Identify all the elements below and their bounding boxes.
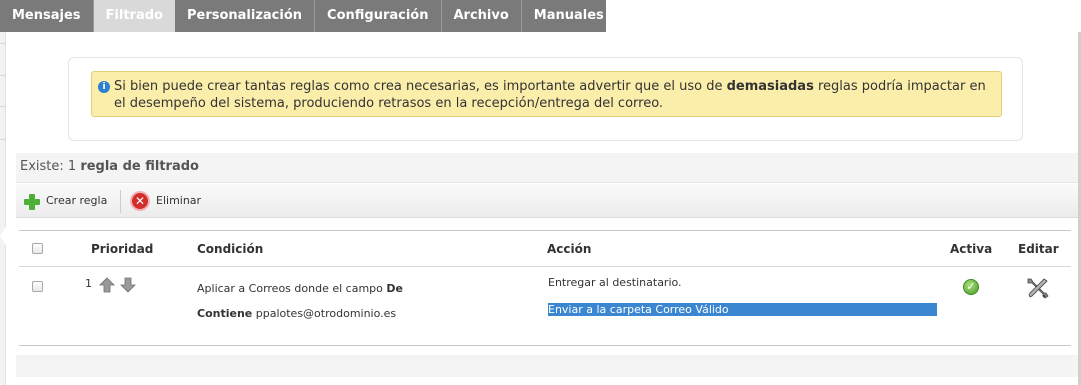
row-checkbox[interactable] [32, 281, 43, 292]
rule-count-prefix: Existe: 1 [20, 159, 81, 174]
plus-icon [24, 194, 40, 210]
header-action: Acción [547, 242, 592, 256]
header-priority: Prioridad [91, 242, 154, 256]
delete-rule-label: Eliminar [156, 194, 202, 207]
collapse-arrow-icon[interactable] [0, 227, 6, 245]
tab-filtrado[interactable]: Filtrado [93, 0, 175, 32]
info-icon: i [98, 81, 110, 93]
delete-icon: ✕ [130, 191, 150, 211]
delete-rule-button[interactable]: ✕ Eliminar [130, 184, 201, 218]
notice-text-start: Si bien puede crear tantas reglas como c… [114, 79, 727, 94]
tab-archivo[interactable]: Archivo [442, 0, 522, 32]
select-all-checkbox[interactable] [32, 243, 43, 254]
tab-configuracion[interactable]: Configuración [315, 0, 442, 32]
footer-bar [16, 355, 1078, 377]
create-rule-button[interactable]: Crear regla [24, 184, 107, 218]
table-header: Prioridad Condición Acción Activa Editar [19, 231, 1071, 267]
rule-count-label: regla de filtrado [80, 159, 199, 174]
rules-toolbar: Crear regla ✕ Eliminar [16, 184, 1078, 218]
priority-value: 1 [85, 277, 92, 290]
arrow-down-icon[interactable] [120, 277, 136, 293]
strip-divider [0, 75, 6, 76]
left-panel-strip [0, 32, 6, 385]
rules-table: Prioridad Condición Acción Activa Editar… [19, 230, 1071, 346]
condition-line-1: Aplicar a Correos donde el campo De [197, 282, 517, 295]
main-tab-bar: Mensajes Filtrado Personalización Config… [0, 0, 606, 32]
strip-divider [0, 106, 6, 107]
action-deliver: Entregar al destinatario. [548, 276, 682, 289]
create-rule-label: Crear regla [46, 194, 108, 207]
toolbar-separator [120, 190, 121, 213]
condition-operator: Contiene [197, 307, 253, 320]
arrow-up-icon[interactable] [99, 277, 115, 293]
wrench-icon[interactable] [1024, 276, 1050, 300]
active-check-icon: ✓ [963, 279, 979, 295]
header-edit: Editar [1018, 242, 1059, 256]
warning-notice: i Si bien puede crear tantas reglas como… [91, 71, 1002, 117]
strip-divider [0, 139, 6, 140]
condition-field: De [386, 282, 403, 295]
condition-value: ppalotes@otrodominio.es [252, 307, 397, 320]
condition-prefix: Aplicar a Correos donde el campo [197, 282, 387, 295]
tab-manuales[interactable]: Manuales [522, 0, 616, 32]
header-condition: Condición [197, 242, 264, 256]
notice-text-bold: demasiadas [726, 79, 814, 94]
rule-count: Existe: 1 regla de filtrado [16, 153, 1078, 183]
tab-personalizacion[interactable]: Personalización [175, 0, 316, 32]
tab-mensajes[interactable]: Mensajes [0, 0, 94, 32]
strip-divider [0, 43, 6, 44]
action-move-folder: Enviar a la carpeta Correo Válido [548, 303, 937, 316]
condition-line-2: Contiene ppalotes@otrodominio.es [197, 307, 517, 320]
header-active: Activa [950, 242, 993, 256]
